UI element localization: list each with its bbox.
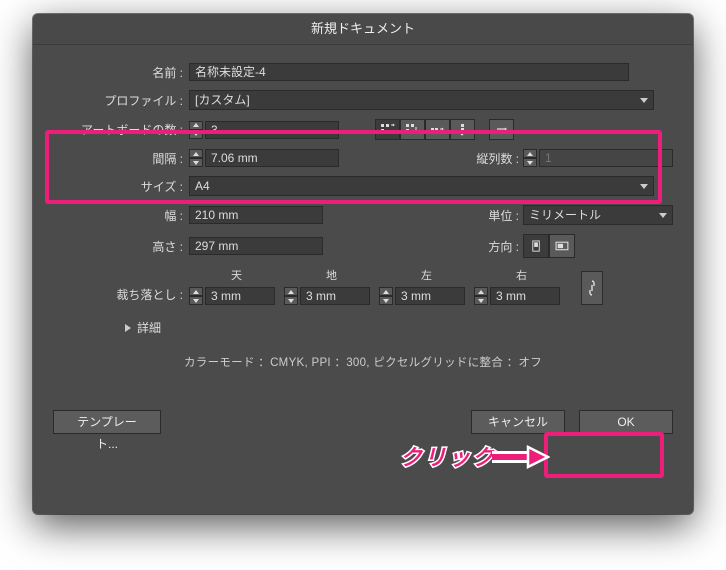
label-spacing: 間隔 : (53, 150, 189, 167)
dialog-title: 新規ドキュメント (33, 14, 693, 45)
orientation-group (523, 234, 673, 258)
ok-button[interactable]: OK (579, 410, 673, 434)
artboard-arrange-group (375, 119, 475, 140)
orientation-portrait-icon[interactable] (523, 234, 549, 258)
label-name: 名前 : (53, 64, 189, 81)
label-artboards: アートボードの数 : (53, 121, 189, 138)
label-bleed-right: 右 (474, 267, 569, 283)
label-width: 幅 : (53, 207, 189, 224)
arrange-rtl-toggle-icon[interactable] (489, 119, 514, 140)
width-input[interactable] (189, 206, 323, 224)
bleed-top-spinner[interactable] (189, 287, 203, 305)
details-toggle[interactable]: 詳細 (137, 319, 161, 336)
bleed-top-input[interactable] (205, 287, 275, 305)
bleed-left-spinner[interactable] (379, 287, 393, 305)
link-bleed-icon[interactable] (581, 271, 603, 305)
bleed-bottom-input[interactable] (300, 287, 370, 305)
label-units: 単位 : (464, 207, 519, 224)
label-orientation: 方向 : (464, 238, 519, 255)
disclosure-triangle-icon[interactable] (125, 324, 131, 332)
label-height: 高さ : (53, 238, 189, 255)
spinner-up-icon[interactable] (189, 121, 203, 130)
bleed-right-input[interactable] (490, 287, 560, 305)
profile-value: [カスタム] (195, 91, 250, 109)
orientation-landscape-icon[interactable] (549, 234, 575, 258)
arrange-col-icon[interactable] (450, 119, 475, 140)
bleed-right-spinner[interactable] (474, 287, 488, 305)
artboards-spinner[interactable] (189, 121, 203, 139)
spacing-input[interactable] (205, 149, 339, 167)
height-input[interactable] (189, 237, 323, 255)
label-profile: プロファイル : (53, 92, 189, 109)
arrange-row-rtl-icon[interactable] (425, 119, 450, 140)
spinner-down-icon[interactable] (189, 130, 203, 139)
bleed-left-input[interactable] (395, 287, 465, 305)
columns-input (539, 149, 673, 167)
spacing-spinner[interactable] (189, 149, 203, 167)
label-bleed-bottom: 地 (284, 267, 379, 283)
chevron-down-icon (640, 184, 648, 189)
columns-spinner (523, 149, 537, 167)
size-dropdown[interactable]: A4 (189, 176, 654, 196)
size-value: A4 (195, 177, 210, 195)
chevron-down-icon (640, 98, 648, 103)
units-dropdown[interactable]: ミリメートル (523, 205, 673, 225)
new-document-dialog: 新規ドキュメント 名前 : プロファイル : [カスタム] アートボードの数 : (33, 14, 693, 514)
profile-dropdown[interactable]: [カスタム] (189, 90, 654, 110)
cancel-button[interactable]: キャンセル (471, 410, 565, 434)
template-button[interactable]: テンプレート... (53, 410, 161, 434)
annotation-click-label: クリック (400, 440, 496, 472)
label-size: サイズ : (53, 178, 189, 195)
mode-info: カラーモード ：CMYK, PPI ：300, ピクセルグリッドに整合 ：オフ (53, 354, 673, 370)
chevron-down-icon (659, 213, 667, 218)
label-bleed: 裁ち落とし : (53, 286, 189, 305)
label-bleed-top: 天 (189, 267, 284, 283)
arrange-grid-col-icon[interactable] (400, 119, 425, 140)
label-bleed-left: 左 (379, 267, 474, 283)
units-value: ミリメートル (529, 206, 601, 224)
bleed-bottom-spinner[interactable] (284, 287, 298, 305)
arrange-grid-row-icon[interactable] (375, 119, 400, 140)
label-columns: 縦列数 : (459, 150, 519, 167)
artboards-input[interactable] (205, 121, 339, 139)
name-input[interactable] (189, 63, 629, 81)
annotation-arrow-icon (490, 444, 550, 470)
